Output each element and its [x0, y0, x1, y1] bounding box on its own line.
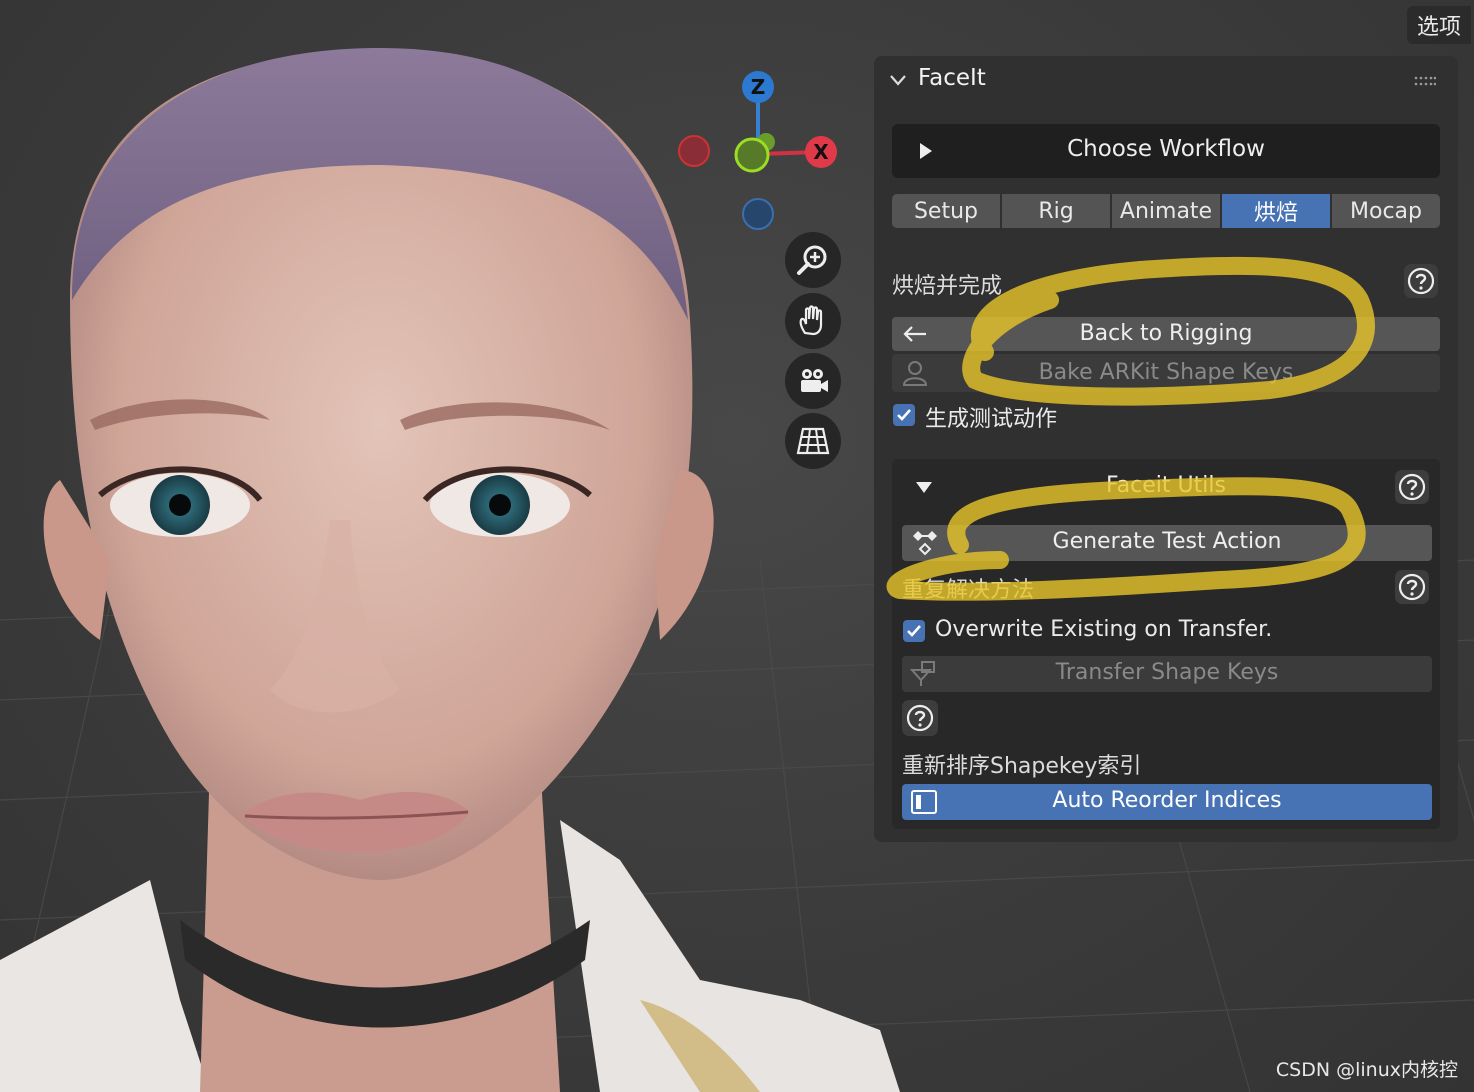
question-icon: [1398, 573, 1426, 601]
checkmark-icon: [897, 409, 911, 421]
overwrite-checkbox[interactable]: [903, 620, 925, 642]
generate-test-checkbox[interactable]: [893, 404, 915, 426]
auto-reorder-label: Auto Reorder Indices: [1052, 788, 1282, 813]
utils-help-button[interactable]: [1395, 470, 1429, 504]
tab-rig[interactable]: Rig: [1002, 194, 1110, 228]
transfer-help-button[interactable]: [902, 700, 938, 736]
checkmark-icon: [907, 625, 921, 637]
tab-mocap[interactable]: Mocap: [1332, 194, 1440, 228]
question-icon: [1398, 473, 1426, 501]
pan-button[interactable]: [785, 293, 841, 349]
choose-workflow-button[interactable]: Choose Workflow: [892, 124, 1440, 178]
auto-reorder-button[interactable]: Auto Reorder Indices: [902, 784, 1432, 820]
chevron-down-icon: [890, 75, 906, 86]
sidebar-tab-options[interactable]: 选项: [1407, 6, 1471, 44]
panel-header[interactable]: FaceIt: [874, 56, 1458, 106]
tab-bake[interactable]: 烘焙: [1222, 194, 1330, 228]
panel-title: FaceIt: [918, 65, 986, 91]
tab-setup[interactable]: Setup: [892, 194, 1000, 228]
bake-arkit-label: Bake ARKit Shape Keys: [1038, 360, 1294, 385]
generate-test-label: 生成测试动作: [925, 407, 1058, 432]
drag-handle-icon[interactable]: [1414, 74, 1436, 88]
question-icon: [1407, 267, 1435, 295]
transfer-shape-keys-label: Transfer Shape Keys: [1055, 660, 1279, 685]
bake-arkit-button[interactable]: Bake ARKit Shape Keys: [892, 354, 1440, 392]
camera-button[interactable]: [785, 353, 841, 409]
tab-animate[interactable]: Animate: [1112, 194, 1220, 228]
utils-title: Faceit Utils: [1106, 473, 1226, 498]
choose-workflow-label: Choose Workflow: [1067, 136, 1265, 162]
navigation-gizmo[interactable]: Z X: [670, 66, 850, 236]
gizmo-x-label: X: [813, 140, 829, 164]
overwrite-help-button[interactable]: [1395, 570, 1429, 604]
zoom-button[interactable]: [785, 232, 841, 288]
hand-icon: [799, 305, 823, 336]
gizmo-y-negative[interactable]: [734, 137, 770, 173]
back-to-rigging-button[interactable]: Back to Rigging: [892, 317, 1440, 351]
overwrite-section-label: 重复解决方法: [902, 578, 1035, 603]
view-toggle-button[interactable]: [785, 413, 841, 469]
question-icon: [906, 704, 934, 732]
overwrite-checkbox-label: Overwrite Existing on Transfer.: [935, 617, 1273, 642]
grid-icon: [796, 427, 830, 455]
gizmo-z-label: Z: [751, 75, 766, 99]
faceit-utils-subpanel: Faceit Utils Generate Test Action 重复解决方法: [892, 459, 1440, 829]
faceit-panel: FaceIt Choose Workflow Setup Rig Animate…: [874, 56, 1458, 842]
generate-test-action-button[interactable]: Generate Test Action: [902, 525, 1432, 561]
watermark: CSDN @linux内核控: [1275, 1059, 1458, 1081]
reorder-section-label: 重新排序Shapekey索引: [902, 754, 1142, 779]
camera-icon: [801, 369, 828, 392]
workflow-tabs: Setup Rig Animate 烘焙 Mocap: [892, 194, 1440, 228]
bake-help-button[interactable]: [1404, 264, 1438, 298]
generate-test-action-label: Generate Test Action: [1052, 529, 1282, 554]
back-to-rigging-label: Back to Rigging: [1079, 321, 1253, 346]
transfer-shape-keys-button[interactable]: Transfer Shape Keys: [902, 656, 1432, 692]
bake-section-label: 烘焙并完成: [892, 274, 1003, 299]
zoom-icon: [797, 245, 827, 275]
